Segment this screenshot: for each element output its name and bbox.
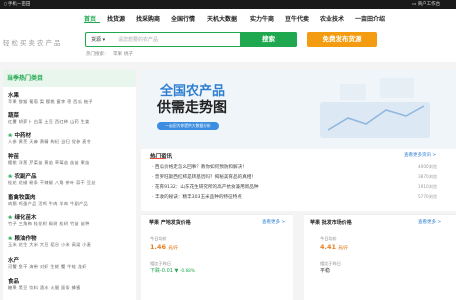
category-livestock[interactable]: 畜禽牧蛋肉 <box>8 193 36 201</box>
hot-info-views: 3870浏览 <box>418 174 438 179</box>
hot-info-views: 5770浏览 <box>418 194 438 199</box>
banner-illustration <box>320 78 430 138</box>
category-grain-oil-subs[interactable]: 玉米 花生 大米 大豆 稻谷 小米 高粱 小麦 <box>8 242 91 248</box>
hot-info-item[interactable]: · 花育9132：山东花生研究所的高产抗食兼用新品种 <box>152 184 259 190</box>
merchant-workbench-link[interactable]: ▭ 商户工作台 <box>412 2 440 7</box>
category-herbs-subs[interactable]: 人参 黄芪 天麻 黄精 枸杞 当归 党参 麦冬 <box>8 139 91 145</box>
origin-change: 下跌-0.01 ▼ -0.68% <box>150 268 195 274</box>
hot-info-views: 4000浏览 <box>418 164 438 169</box>
nav-find-buyers[interactable]: 找采购商 <box>136 14 160 23</box>
search-category-select[interactable]: 货源 ▾ <box>91 36 105 43</box>
nav-market[interactable]: 全国行情 <box>171 14 195 23</box>
origin-more-link[interactable]: 查看更多 > <box>262 219 285 225</box>
banner-tagline: 一亩田为你提供大数据分析 <box>157 122 219 130</box>
nav-find-supply[interactable]: 找货源 <box>107 14 125 23</box>
category-fruit[interactable]: 水果 <box>8 91 19 99</box>
nav-about[interactable]: 一亩田介绍 <box>355 14 385 23</box>
nav-consignment[interactable]: 豆牛代卖 <box>285 14 309 23</box>
wholesale-card-title: 苹果 批发市场价格 <box>310 220 352 226</box>
arrow-down-icon: ▼ <box>174 268 179 274</box>
category-byproducts[interactable]: ❀ 农副产品 <box>8 172 37 180</box>
banner-subtitle: 供需走势图 <box>157 100 227 116</box>
origin-price-card <box>141 214 293 300</box>
category-vegetables-subs[interactable]: 红薯 胡萝卜 白菜 土豆 西红柿 山药 生姜 <box>8 119 90 125</box>
category-herbs[interactable]: ❀ 中药材 <box>8 131 31 139</box>
category-grain-oil[interactable]: ❀ 粮油作物 <box>8 234 37 242</box>
category-nursery-subs[interactable]: 竹子 三角梅 桂花树 枫树 松树 竹苗 苗种 <box>8 221 90 227</box>
hot-info-item[interactable]: · 普罗旺斯西红柿是转基因吗？揭秘美育品的真相！ <box>152 174 256 180</box>
top-bar: ▯ 手机一亩田 ▭ 商户工作台 <box>0 0 456 9</box>
hot-info-underline <box>150 158 166 159</box>
nav-agri-tech[interactable]: 农业技术 <box>320 14 344 23</box>
nav-bigdata[interactable]: 天机大数据 <box>207 14 237 23</box>
publish-supply-button[interactable]: 免费发布货源 <box>307 32 377 47</box>
category-livestock-subs[interactable]: 肉鹅 鸡蛋产品 活鸡 牛肉 羊肉 牛副产品 <box>8 201 88 207</box>
origin-price: 1.46 元/斤 <box>150 243 179 251</box>
wholesale-today-label: 今日均价 <box>320 236 337 241</box>
mobile-link[interactable]: ▯ 手机一亩田 <box>4 2 30 7</box>
hot-info-item[interactable]: · 西瓜价格走怎么回事？教你如何预防和解决！ <box>152 164 247 170</box>
category-nursery[interactable]: ❀ 绿化苗木 <box>8 213 37 221</box>
category-byproducts-subs[interactable]: 桂花 花椒 粉条 干辣椒 八角 茶叶 蒜干 豆丝 <box>8 180 96 186</box>
category-seedlings[interactable]: 种苗 <box>8 152 19 160</box>
sidebar-title: 当季热门类目 <box>3 70 136 87</box>
chevron-down-icon: ▾ <box>102 37 106 43</box>
hot-search-item[interactable]: 苹果 <box>113 51 122 57</box>
category-aquatic-subs[interactable]: 河蟹 鱼干 海带 对虾 生蚝 蟹 牛蛙 龙虾 <box>8 264 87 270</box>
wholesale-more-link[interactable]: 查看更多 > <box>418 219 441 225</box>
origin-today-label: 今日均价 <box>150 236 167 241</box>
category-aquatic[interactable]: 水产 <box>8 256 19 264</box>
origin-card-title: 苹果 产地发货价格 <box>149 220 191 226</box>
hot-search-label: 热门搜索： <box>86 52 109 57</box>
wholesale-price: 4.41 元/斤 <box>320 243 349 251</box>
hot-info-views: 1910浏览 <box>418 184 438 189</box>
search-button[interactable]: 搜索 <box>240 32 297 47</box>
hot-info-item[interactable]: · 丰收的秘诀：精丰303玉米品种的特征特点 <box>152 194 242 200</box>
wholesale-price-card <box>304 214 456 300</box>
category-seedlings-subs[interactable]: 樱桃 洋葱 芹菜苗 黄苗 草莓苗 苗苗 果苗 <box>8 160 90 166</box>
category-fruit-subs[interactable]: 苹果 猕猴 葡萄 梨 樱桃 蜜李 枣 西瓜 柚子 <box>8 99 93 105</box>
wholesale-change: 平稳 <box>320 268 331 274</box>
category-food[interactable]: 食品 <box>8 277 19 285</box>
category-vegetables[interactable]: 蔬菜 <box>8 111 19 119</box>
logo-slogan[interactable]: 轻松买卖农产品 <box>3 37 63 47</box>
search-input[interactable]: 请您想要的农产品 <box>118 36 158 43</box>
category-food-subs[interactable]: 糖果 黑豆 饮料 酒水 火腿 面条 蜂蜜 <box>8 285 81 291</box>
hot-search-item[interactable]: 桃子 <box>124 51 133 57</box>
nav-strong-merchants[interactable]: 实力牛商 <box>250 14 274 23</box>
hot-info-panel <box>141 149 456 211</box>
hot-info-more-link[interactable]: 查看更多资讯 > <box>404 152 436 158</box>
nav-active-underline <box>84 22 100 23</box>
